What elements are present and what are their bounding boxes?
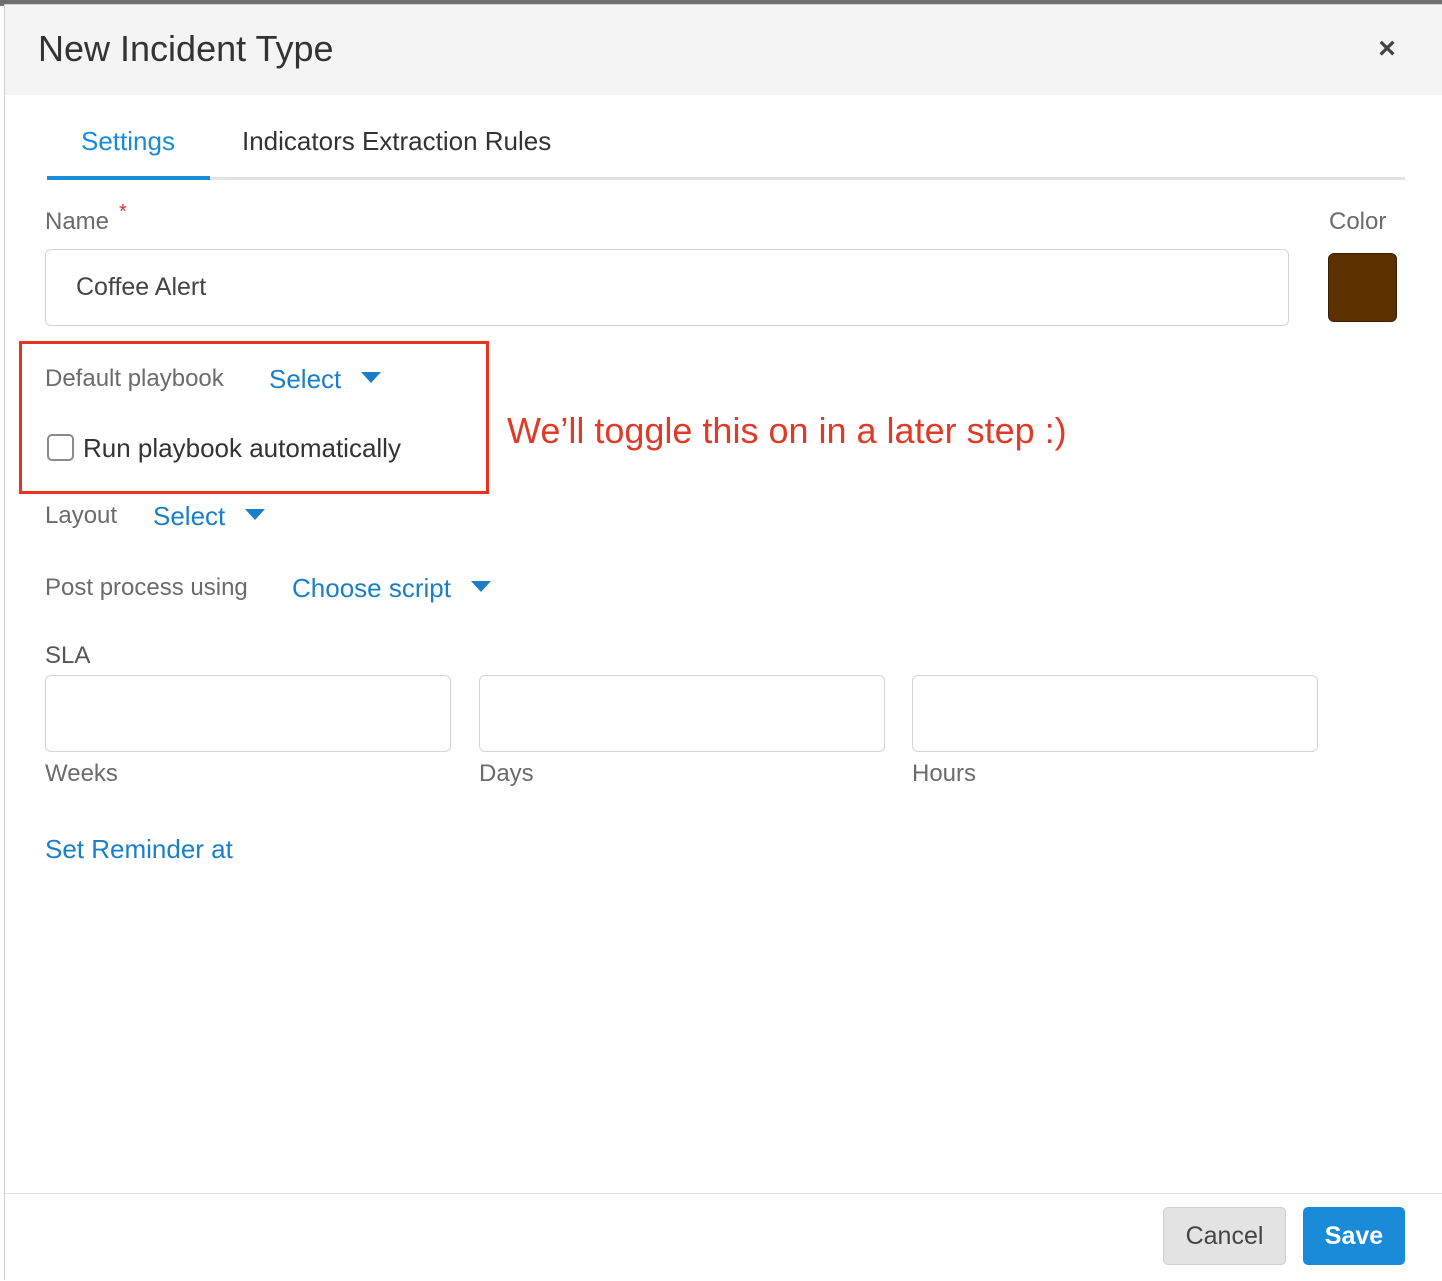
sla-label: SLA [45,642,91,669]
post-process-dropdown[interactable]: Choose script [292,573,491,603]
close-icon[interactable]: × [1371,31,1403,67]
tab-indicators-extraction-rules[interactable]: Indicators Extraction Rules [242,125,551,157]
cancel-button[interactable]: Cancel [1163,1207,1286,1265]
sla-hours-input[interactable] [912,675,1318,752]
sla-hours-label: Hours [912,760,977,787]
sla-days-input[interactable] [479,675,885,752]
caret-down-icon [245,508,266,520]
run-playbook-checkbox[interactable] [47,434,74,461]
color-swatch[interactable] [1328,253,1397,322]
sla-days-label: Days [479,760,534,787]
layout-value: Select [153,501,226,531]
sla-weeks-label: Weeks [45,760,118,787]
layout-dropdown[interactable]: Select [153,501,266,531]
caret-down-icon [470,580,491,592]
required-mark: * [119,201,127,223]
annotation-note: We’ll toggle this on in a later step :) [507,410,1067,451]
tab-bar-divider [47,177,1405,180]
new-incident-type-dialog: New Incident Type × Settings Indicators … [4,4,1442,1281]
default-playbook-value: Select [269,364,342,394]
default-playbook-dropdown[interactable]: Select [269,364,382,394]
caret-down-icon [361,371,382,383]
name-input[interactable] [45,249,1289,326]
sla-weeks-input[interactable] [45,675,451,752]
name-label: Name [45,208,110,235]
save-button[interactable]: Save [1303,1207,1405,1265]
run-playbook-label: Run playbook automatically [83,433,401,463]
tab-bar: Settings Indicators Extraction Rules [47,115,1405,185]
active-tab-indicator [47,176,210,180]
dialog-header: New Incident Type × [5,5,1442,95]
color-label: Color [1329,208,1387,235]
default-playbook-label: Default playbook [45,365,224,392]
post-process-label: Post process using [45,574,248,601]
set-reminder-link[interactable]: Set Reminder at [45,833,233,865]
layout-label: Layout [45,502,118,529]
post-process-value: Choose script [292,573,451,603]
tab-settings[interactable]: Settings [81,125,175,157]
dialog-title: New Incident Type [38,28,334,69]
